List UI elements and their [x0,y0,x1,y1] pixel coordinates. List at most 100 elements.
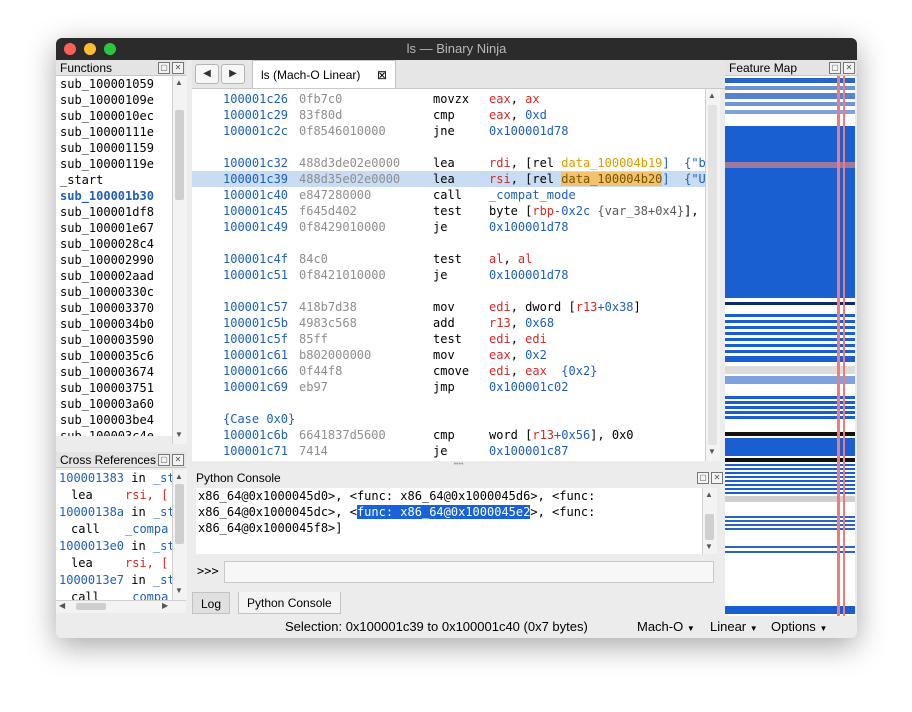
xrefs-hscrollbar[interactable]: ◀ ▶ [56,600,186,613]
instruction-row[interactable]: 100001c45 f645d402 test byte [rbp-0x2c {var… [192,203,705,219]
xrefs-list[interactable]: 100001383 in _st lea rsi, [10000138a in _s… [56,470,172,600]
function-list-item[interactable]: sub_100002aad [56,268,172,284]
instruction-row[interactable]: 100001c49 0f8429010000 je 0x100001d78 [192,219,705,235]
function-list-item[interactable]: sub_10000109e [56,92,172,108]
options-dropdown[interactable]: Options ▼ [771,616,827,638]
minimize-window-button[interactable] [84,43,96,55]
function-list-item[interactable]: sub_100003751 [56,380,172,396]
splitter-handle[interactable]: •••• [192,461,725,470]
float-pane-icon[interactable]: ▢ [697,472,709,484]
function-list-item[interactable]: sub_100003c4e [56,428,172,436]
xref-row[interactable]: call _compa [56,521,172,538]
instruction-row[interactable]: 100001c71 7414 je 0x100001c87 [192,443,705,459]
disassembly-scrollbar[interactable]: ▲ ▼ [705,89,720,461]
function-list-item[interactable]: sub_100001e67 [56,220,172,236]
instruction-row[interactable]: 100001c2c 0f8546010000 jne 0x100001d78 [192,123,705,139]
instruction-row[interactable]: 100001c5b 4983c568 add r13, 0x68 [192,315,705,331]
functions-list[interactable]: sub_100001059 sub_10000109e sub_1000010ec s… [56,76,172,436]
scroll-thumb[interactable] [175,110,184,200]
scroll-thumb[interactable] [76,603,106,610]
function-list-item[interactable]: sub_1000010ec [56,108,172,124]
feature-map-title: Feature Map [729,61,798,75]
xref-row[interactable]: lea rsi, [ [56,555,172,572]
function-list-item[interactable]: sub_10000111e [56,124,172,140]
console-output[interactable]: x86_64@0x1000045d0>, <func: x86_64@0x100… [196,488,704,554]
function-list-item[interactable]: sub_100003590 [56,332,172,348]
tab-python-console[interactable]: Python Console [238,592,341,614]
scroll-down-icon[interactable]: ▼ [708,447,716,456]
scroll-down-icon[interactable]: ▼ [175,586,183,595]
instruction-row[interactable]: 100001c61 b802000000 mov eax, 0x2 [192,347,705,363]
instruction-row-selected[interactable]: 100001c39 488d35e02e0000 lea rsi, [rel data… [192,171,705,187]
scroll-up-icon[interactable]: ▲ [175,472,183,481]
instruction-row[interactable]: 100001c32 488d3de02e0000 lea rdi, [rel data… [192,155,705,171]
instruction-row[interactable]: 100001c4f 84c0 test al, al [192,251,705,267]
close-pane-icon[interactable]: ✕ [711,472,723,484]
close-pane-icon[interactable]: ✕ [843,62,855,74]
instruction-row[interactable]: 100001c40 e847280000 call _compat_mode [192,187,705,203]
feature-map-canvas[interactable] [725,76,855,616]
close-pane-icon[interactable]: ✕ [172,454,184,466]
function-list-item[interactable]: sub_1000028c4 [56,236,172,252]
view-dropdown[interactable]: Linear ▼ [710,616,758,638]
forward-button[interactable]: ▶ [221,64,245,84]
function-list-item[interactable]: sub_100001059 [56,76,172,92]
function-list-item[interactable]: sub_10000330c [56,284,172,300]
scroll-down-icon[interactable]: ▼ [175,430,183,439]
function-list-item[interactable]: sub_100003674 [56,364,172,380]
scroll-thumb[interactable] [705,514,714,540]
scroll-up-icon[interactable]: ▲ [175,78,183,87]
float-pane-icon[interactable]: ▢ [158,454,170,466]
console-input[interactable] [224,561,714,583]
scroll-up-icon[interactable]: ▲ [705,490,713,499]
function-list-item[interactable]: sub_100001159 [56,140,172,156]
instruction-row[interactable]: 100001c5f 85ff test edi, edi [192,331,705,347]
float-pane-icon[interactable]: ▢ [158,62,170,74]
selected-text[interactable]: func: x86_64@0x1000045e2 [356,505,531,519]
function-list-item[interactable]: sub_100001b30 [56,188,172,204]
function-list-item[interactable]: sub_1000035c6 [56,348,172,364]
close-tab-icon[interactable]: ⊠ [377,61,387,89]
back-button[interactable]: ◀ [195,64,219,84]
function-list-item[interactable]: sub_100002990 [56,252,172,268]
instruction-row[interactable]: 100001c26 0fb7c0 movzx eax, ax [192,91,705,107]
zoom-window-button[interactable] [104,43,116,55]
scroll-down-icon[interactable]: ▼ [705,542,713,551]
format-dropdown[interactable]: Mach-O ▼ [637,616,695,638]
float-pane-icon[interactable]: ▢ [829,62,841,74]
xrefs-scrollbar[interactable]: ▲ ▼ [172,470,187,600]
xref-row[interactable]: lea rsi, [ [56,487,172,504]
xref-row[interactable]: 1000013e7 in _st [56,572,172,589]
instruction-row[interactable]: 100001c6b 6641837d5600 cmp word [r13+0x56],… [192,427,705,443]
tab-log[interactable]: Log [192,592,231,614]
instruction-row[interactable]: 100001c57 418b7d38 mov edi, dword [r13+0x38… [192,299,705,315]
instruction-row[interactable]: 100001c51 0f8421010000 je 0x100001d78 [192,267,705,283]
xref-row[interactable]: call _compa [56,589,172,600]
scroll-up-icon[interactable]: ▲ [708,91,716,100]
linear-disassembly-view[interactable]: 100001c26 0fb7c0 movzx eax, ax 100001c29 83f… [192,89,705,461]
function-list-item[interactable]: sub_10000119e [56,156,172,172]
function-list-item[interactable]: sub_100001df8 [56,204,172,220]
xref-row[interactable]: 10000138a in _st [56,504,172,521]
console-scrollbar[interactable]: ▲ ▼ [702,488,717,554]
scroll-right-icon[interactable]: ▶ [162,601,168,610]
close-pane-icon[interactable]: ✕ [172,62,184,74]
tab-ls-mach-o-linear[interactable]: ls (Mach-O Linear) ⊠ [252,60,396,88]
instruction-row[interactable]: 100001c66 0f44f8 cmove edi, eax {0x2} [192,363,705,379]
scroll-left-icon[interactable]: ◀ [59,601,65,610]
scroll-thumb[interactable] [708,105,717,445]
close-window-button[interactable] [64,43,76,55]
selection-marker [843,76,845,616]
console-prompt: >>> [197,564,219,578]
function-list-item[interactable]: sub_100003be4 [56,412,172,428]
instruction-row[interactable]: 100001c69 eb97 jmp 0x100001c02 [192,379,705,395]
xref-row[interactable]: 100001383 in _st [56,470,172,487]
function-list-item[interactable]: sub_1000034b0 [56,316,172,332]
function-list-item[interactable]: sub_100003a60 [56,396,172,412]
instruction-row[interactable]: 100001c29 83f80d cmp eax, 0xd [192,107,705,123]
function-list-item[interactable]: sub_100003370 [56,300,172,316]
scroll-thumb[interactable] [175,484,184,544]
functions-scrollbar[interactable]: ▲ ▼ [172,76,187,444]
function-list-item[interactable]: _start [56,172,172,188]
xref-row[interactable]: 1000013e0 in _st [56,538,172,555]
